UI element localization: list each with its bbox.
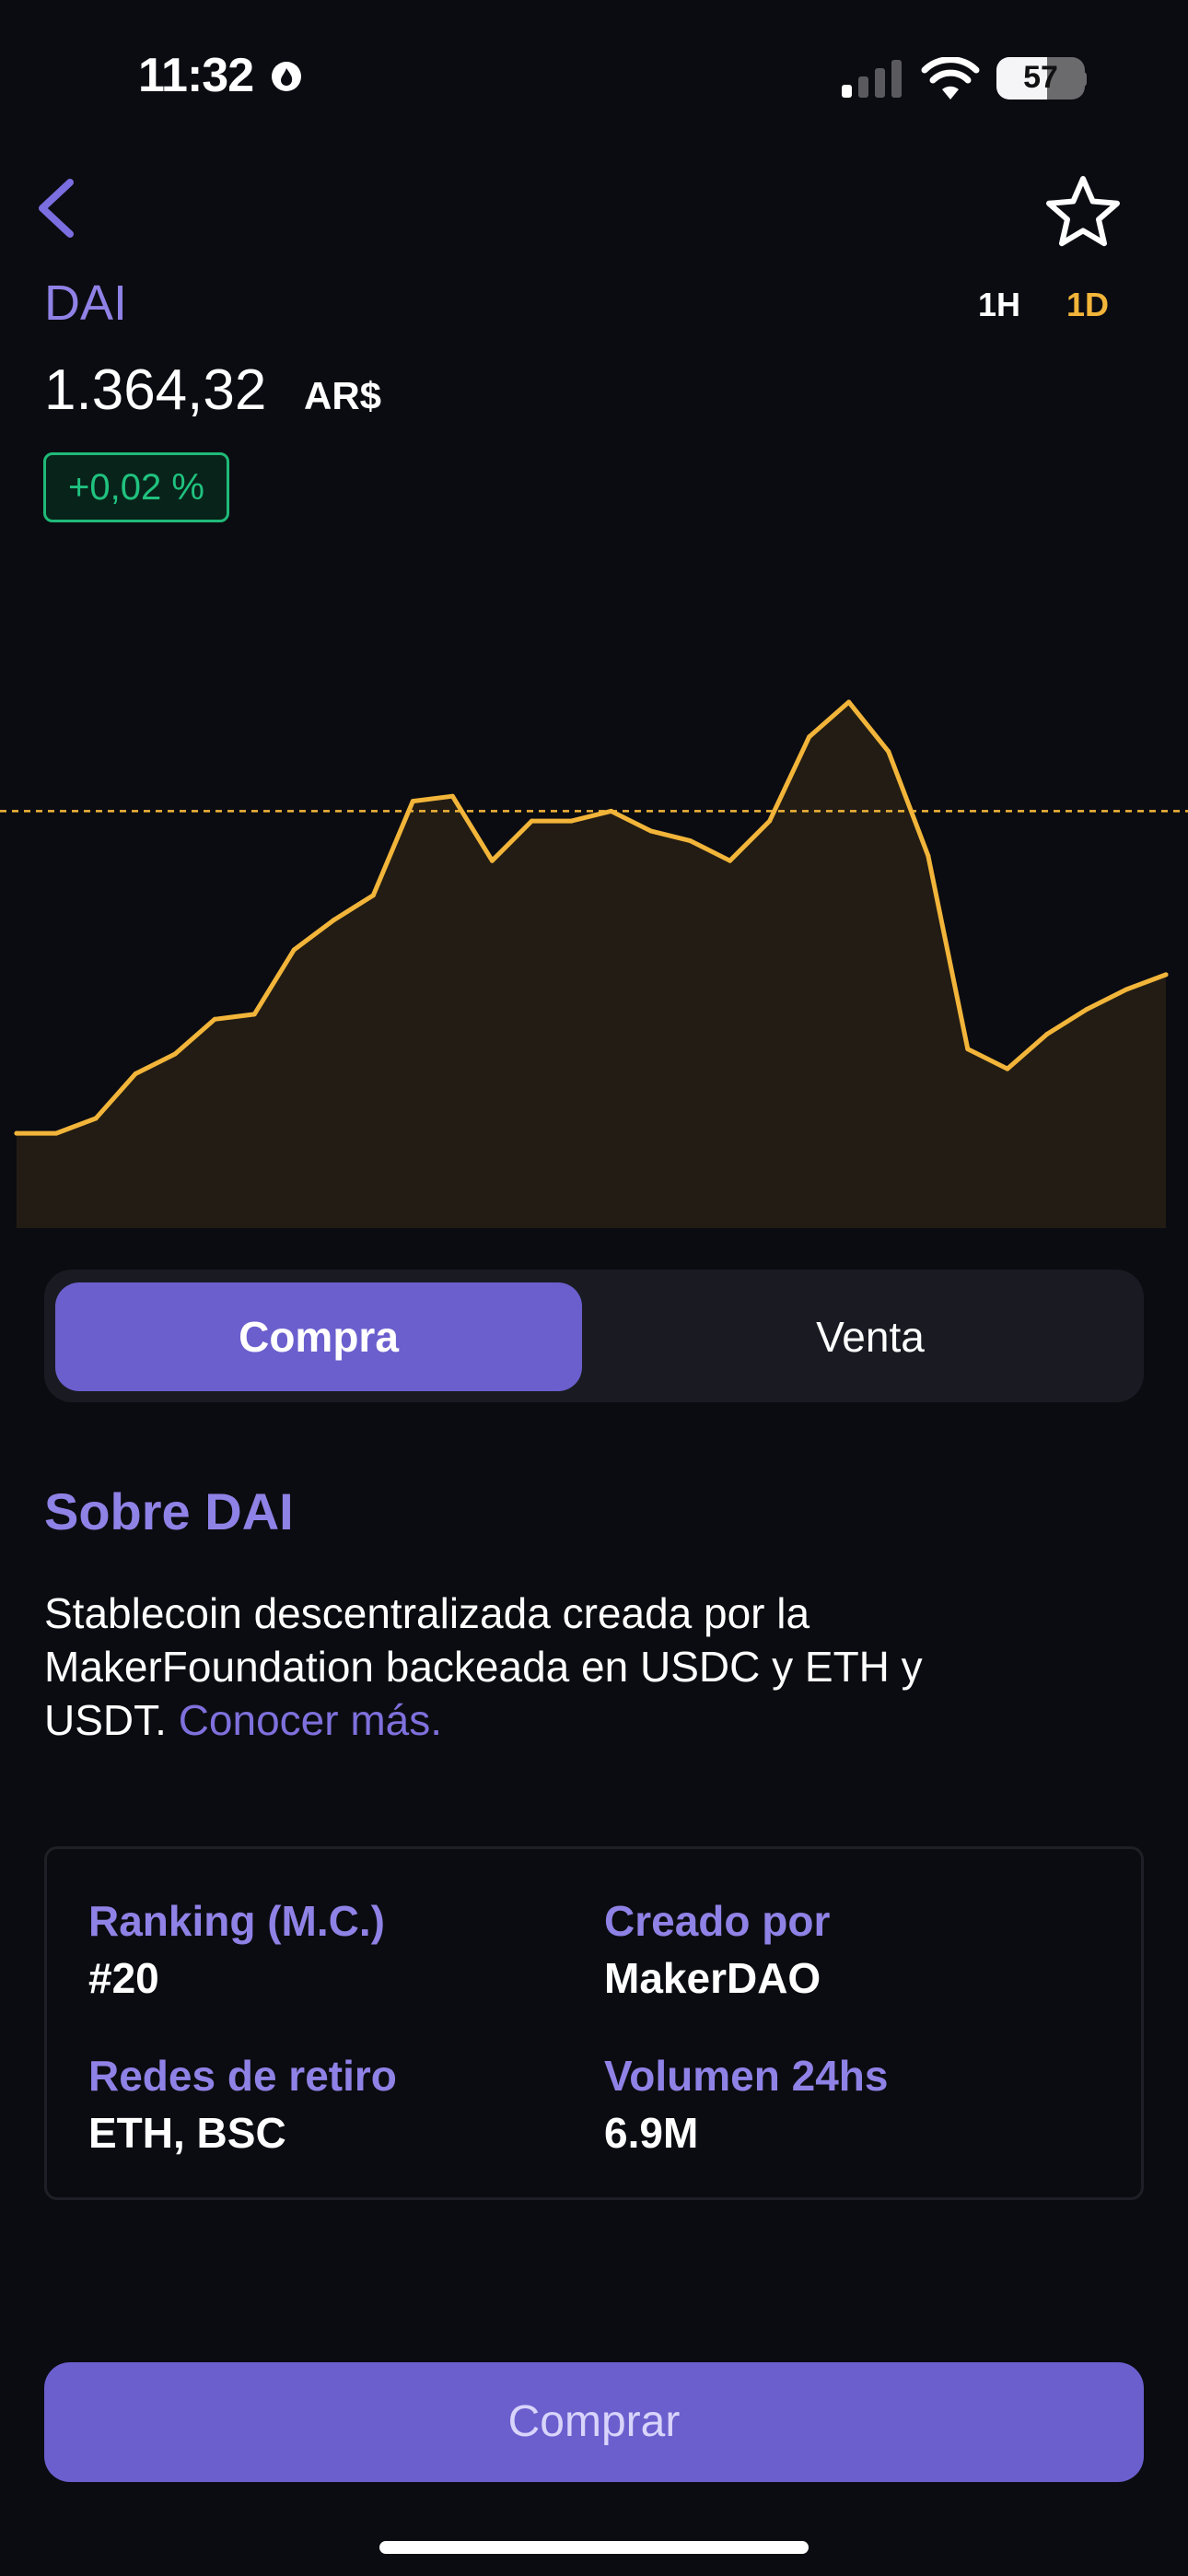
chart-point [331,918,336,923]
price-currency: AR$ [304,374,382,417]
chart-point [133,1071,138,1076]
created-by-value: MakerDAO [604,1954,821,2002]
chart-point [251,1012,257,1017]
flame-icon [272,62,301,91]
chart-point [410,799,415,804]
chart-point [1044,1032,1050,1036]
chart-point [449,793,455,799]
chart-point [93,1116,99,1121]
timeframe-1d[interactable]: 1D [1066,286,1109,324]
chart-area-fill [17,702,1166,1228]
chart-point [886,749,891,755]
about-line-3-text: USDT. [44,1696,179,1744]
chart-point [688,838,693,844]
home-indicator [379,2541,809,2554]
chart-point [767,818,773,824]
price-value: 1.364,32 [44,358,267,422]
favorite-star-icon[interactable] [1044,173,1122,251]
chart-point [569,818,574,824]
networks-value: ETH, BSC [88,2109,286,2157]
price-change-badge: +0,02 % [43,452,229,522]
battery-indicator: 57 [996,57,1085,100]
about-line-3: USDT. Conocer más. [44,1693,1140,1747]
battery-cap [1079,72,1087,87]
status-time: 11:32 [138,49,254,102]
chart-point [172,1051,178,1057]
chart-point [1005,1066,1010,1071]
about-line-2: MakerFoundation backeada en USDC y ETH y [44,1643,923,1691]
back-chevron-icon[interactable] [28,175,83,241]
battery-level: 57 [1023,60,1058,95]
signal-icon [842,60,902,98]
chart-point [212,1016,217,1022]
networks-label: Redes de retiro [88,2052,397,2100]
segment-sell-tab[interactable]: Venta [608,1282,1133,1391]
about-title: Sobre DAI [44,1482,294,1540]
about-line-1: Stablecoin descentralizada creada por la [44,1589,810,1637]
price-chart [0,699,1188,1228]
volume-value: 6.9M [604,2109,699,2157]
volume-label: Volumen 24hs [604,2052,889,2100]
ranking-label: Ranking (M.C.) [88,1897,385,1945]
chart-point [1084,1007,1089,1013]
chart-point [846,699,852,705]
ranking-value: #20 [88,1954,159,2002]
chart-point [728,858,733,863]
chart-point [14,1130,19,1136]
chart-point [1163,972,1169,978]
chart-point [926,853,931,859]
chart-point [965,1047,971,1052]
chart-point [807,734,812,740]
segment-buy-tab[interactable]: Compra [55,1282,582,1391]
chart-point [370,893,376,898]
chart-point [609,808,613,814]
chart-point [529,818,534,824]
chart-point [1124,987,1129,992]
wifi-icon [921,57,980,100]
buy-button[interactable]: Comprar [44,2362,1144,2482]
timeframe-1h[interactable]: 1H [978,286,1020,324]
chart-point [53,1130,59,1136]
created-by-label: Creado por [604,1897,831,1945]
chart-point [648,828,654,834]
chart-point [489,858,495,863]
chart-point [291,947,297,953]
learn-more-link[interactable]: Conocer más. [179,1696,442,1744]
coin-symbol: DAI [44,275,128,331]
about-description: Stablecoin descentralizada creada por la… [44,1587,1140,1747]
